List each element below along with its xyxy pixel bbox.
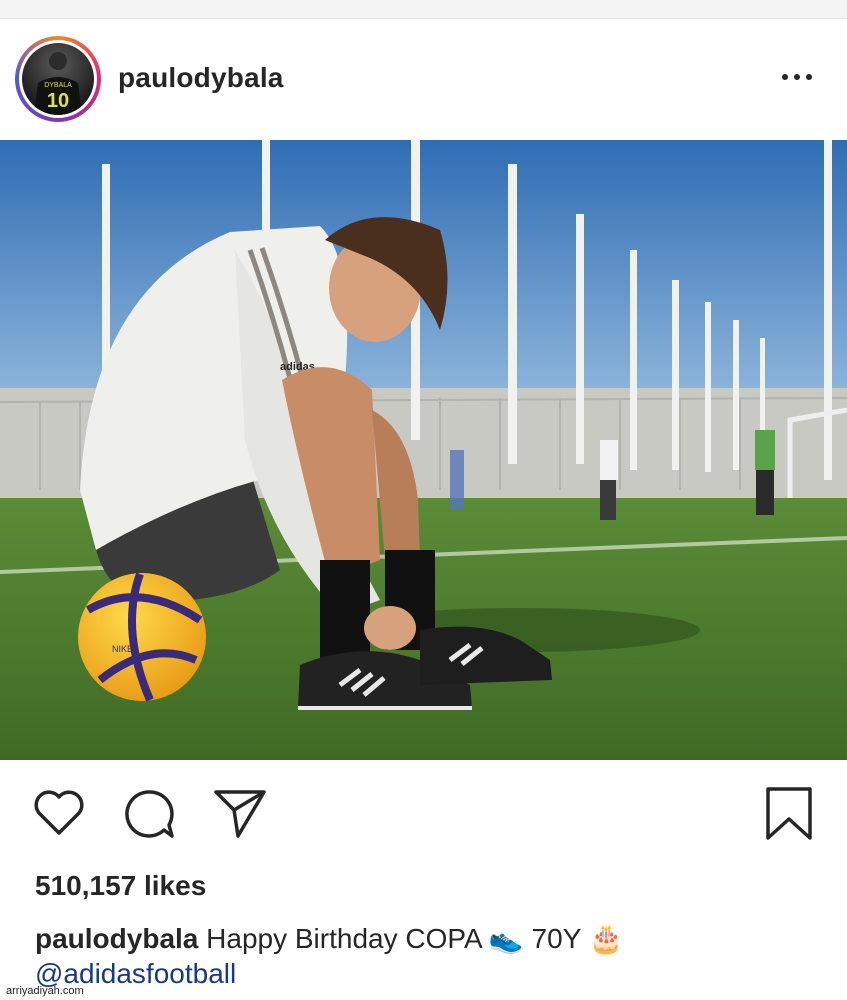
post-username[interactable]: paulodybala xyxy=(118,62,284,94)
comment-icon[interactable] xyxy=(122,788,176,840)
heart-icon[interactable] xyxy=(32,788,86,838)
action-bar xyxy=(0,760,847,860)
shoe-emoji: 👟 xyxy=(488,923,524,954)
post-image[interactable]: adidas NIKE xyxy=(0,140,847,760)
cake-emoji: 🎂 xyxy=(588,923,624,954)
caption-username[interactable]: paulodybala xyxy=(35,923,198,954)
send-icon[interactable] xyxy=(212,788,268,840)
avatar[interactable]: DYBALA 10 xyxy=(15,36,101,122)
caption-text-part2: 70Y xyxy=(531,923,581,954)
post-header: DYBALA 10 paulodybala xyxy=(0,18,847,140)
more-options-icon[interactable] xyxy=(778,64,818,88)
like-count[interactable]: 510,157 likes xyxy=(35,870,206,902)
watermark: arriyadiyah.com xyxy=(6,985,84,997)
avatar-jersey-name: DYBALA xyxy=(44,82,72,89)
post-photo: adidas NIKE xyxy=(0,140,847,760)
avatar-jersey-number: 10 xyxy=(47,90,69,112)
post-caption: paulodybala Happy Birthday COPA 👟 70Y 🎂 xyxy=(35,922,624,955)
bookmark-icon[interactable] xyxy=(764,786,814,842)
status-bar-strip xyxy=(0,0,847,19)
ball-brand-text: NIKE xyxy=(112,644,133,654)
caption-text-part1: Happy Birthday COPA xyxy=(206,923,482,954)
avatar-photo: DYBALA 10 xyxy=(34,52,82,115)
